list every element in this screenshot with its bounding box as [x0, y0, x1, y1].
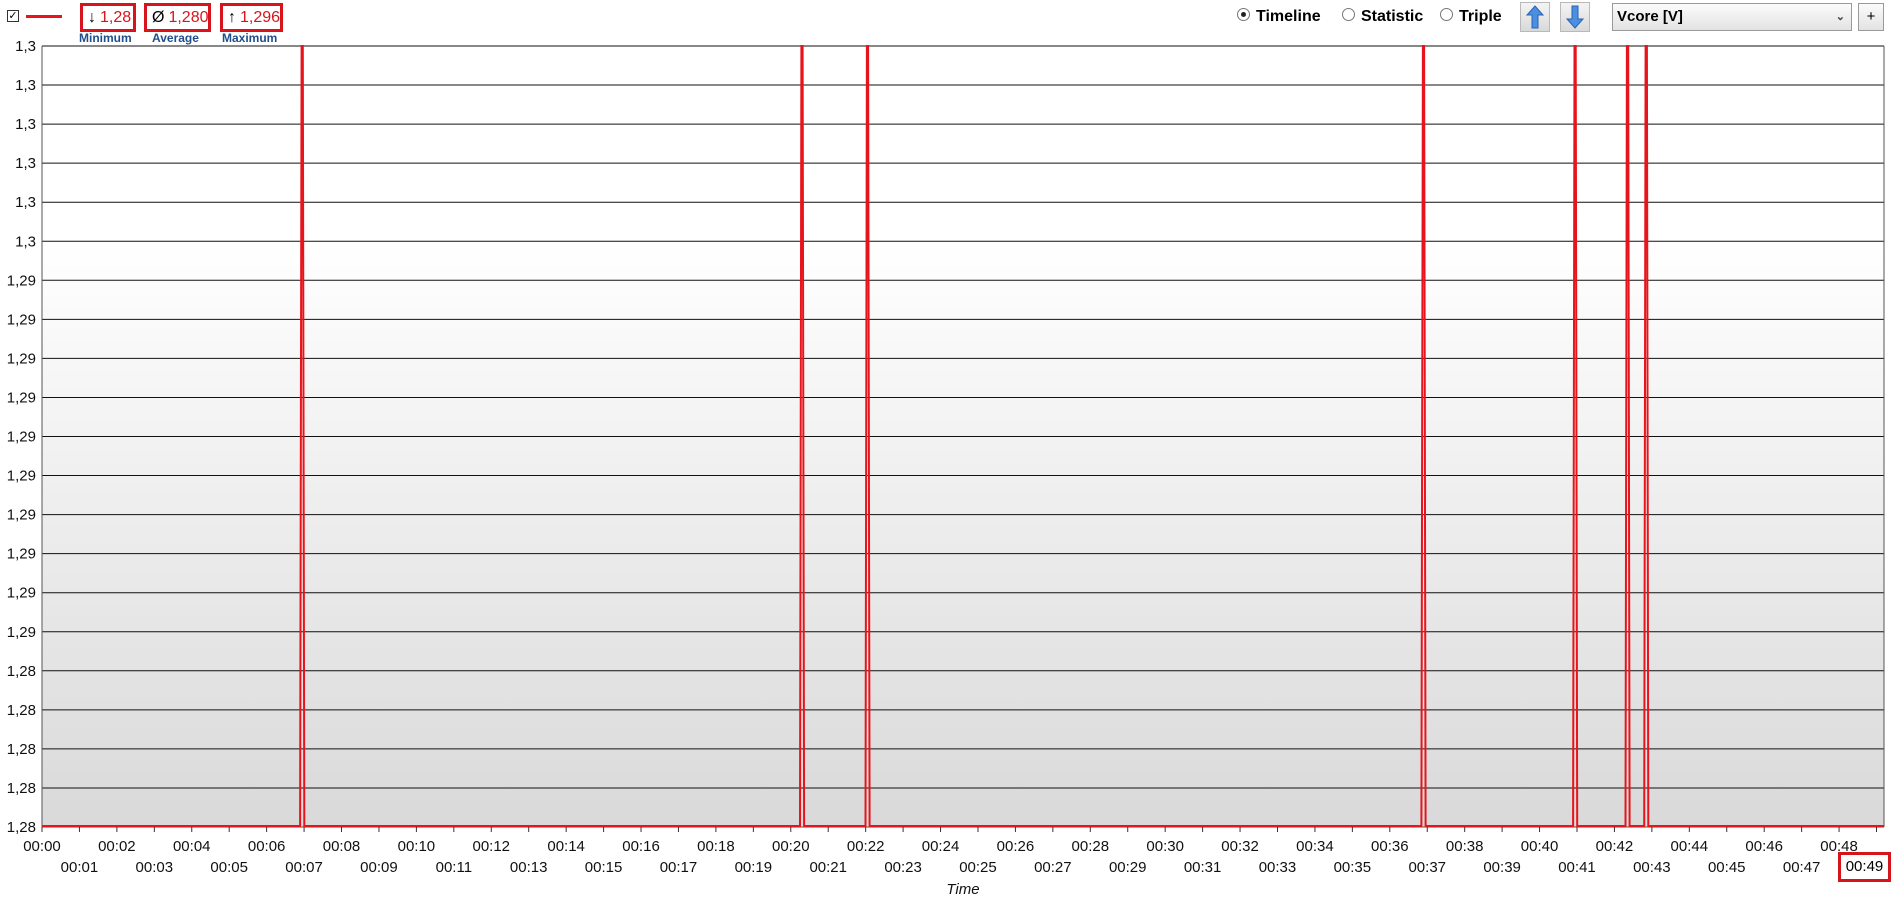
x-tick-label: 00:26 [997, 838, 1035, 855]
y-tick-label: 1,29 [7, 311, 36, 328]
x-tick-label: 00:28 [1072, 838, 1110, 855]
x-tick-label: 00:11 [436, 859, 472, 876]
last-time-tick-highlight: 00:49 [1838, 852, 1891, 882]
last-time-tick-label: 00:49 [1845, 858, 1884, 875]
x-tick-label: 00:41 [1558, 859, 1596, 876]
y-tick-label: 1,3 [15, 155, 36, 172]
y-tick-label: 1,29 [7, 507, 36, 524]
x-tick-label: 00:31 [1184, 859, 1222, 876]
x-tick-label: 00:39 [1483, 859, 1521, 876]
x-tick-label: 00:33 [1259, 859, 1297, 876]
y-tick-label: 1,29 [7, 429, 36, 446]
x-tick-label: 00:16 [622, 838, 660, 855]
x-tick-label: 00:06 [248, 838, 286, 855]
x-tick-label: 00:42 [1596, 838, 1634, 855]
y-tick-label: 1,28 [7, 819, 36, 836]
x-tick-label: 00:09 [360, 859, 398, 876]
x-tick-label: 00:46 [1745, 838, 1783, 855]
x-tick-label: 00:15 [585, 859, 623, 876]
x-tick-label: 00:43 [1633, 859, 1671, 876]
x-tick-label: 00:27 [1034, 859, 1072, 876]
x-tick-label: 00:10 [398, 838, 436, 855]
x-tick-label: 00:30 [1146, 838, 1184, 855]
x-tick-label: 00:24 [922, 838, 960, 855]
y-tick-label: 1,29 [7, 546, 36, 563]
x-tick-label: 00:08 [323, 838, 361, 855]
x-tick-label: 00:05 [210, 859, 248, 876]
y-tick-label: 1,3 [15, 77, 36, 94]
x-tick-label: 00:17 [660, 859, 698, 876]
y-tick-label: 1,3 [15, 194, 36, 211]
y-tick-label: 1,29 [7, 389, 36, 406]
y-tick-label: 1,29 [7, 585, 36, 602]
x-tick-label: 00:47 [1783, 859, 1821, 876]
x-tick-label: 00:44 [1671, 838, 1709, 855]
x-tick-label: 00:22 [847, 838, 885, 855]
x-tick-label: 00:29 [1109, 859, 1147, 876]
y-tick-label: 1,28 [7, 663, 36, 680]
x-tick-label: 00:19 [735, 859, 773, 876]
x-tick-label: 00:13 [510, 859, 548, 876]
x-tick-label: 00:21 [809, 859, 847, 876]
x-tick-label: 00:14 [547, 838, 585, 855]
x-tick-label: 00:38 [1446, 838, 1484, 855]
y-tick-label: 1,29 [7, 350, 36, 367]
x-tick-label: 00:12 [472, 838, 510, 855]
x-tick-label: 00:01 [61, 859, 99, 876]
x-tick-label: 00:04 [173, 838, 211, 855]
x-axis-title: Time [946, 881, 979, 897]
timeline-chart: 1,3 1,3 1,3 1,3 1,3 1,3 1,29 1,29 1,29 1,29 1,29 1,… [7, 38, 1885, 897]
x-tick-label: 00:32 [1221, 838, 1259, 855]
y-tick-label: 1,29 [7, 468, 36, 485]
y-tick-label: 1,3 [15, 233, 36, 250]
x-tick-label: 00:25 [959, 859, 997, 876]
x-tick-label: 00:20 [772, 838, 810, 855]
x-tick-label: 00:40 [1521, 838, 1559, 855]
x-tick-label: 00:45 [1708, 859, 1746, 876]
y-tick-label: 1,29 [7, 272, 36, 289]
x-tick-label: 00:02 [98, 838, 136, 855]
x-tick-label: 00:23 [884, 859, 922, 876]
x-tick-label: 00:35 [1334, 859, 1372, 876]
y-tick-label: 1,28 [7, 741, 36, 758]
x-tick-label: 00:03 [136, 859, 174, 876]
y-tick-label: 1,3 [15, 38, 36, 55]
y-tick-label: 1,28 [7, 780, 36, 797]
x-tick-label: 00:00 [23, 838, 61, 855]
x-tick-label: 00:34 [1296, 838, 1334, 855]
x-tick-label: 00:36 [1371, 838, 1409, 855]
y-tick-label: 1,3 [15, 116, 36, 133]
y-tick-label: 1,28 [7, 702, 36, 719]
x-tick-label: 00:37 [1408, 859, 1446, 876]
x-tick-label: 00:18 [697, 838, 735, 855]
y-tick-label: 1,29 [7, 624, 36, 641]
x-tick-label: 00:07 [285, 859, 323, 876]
